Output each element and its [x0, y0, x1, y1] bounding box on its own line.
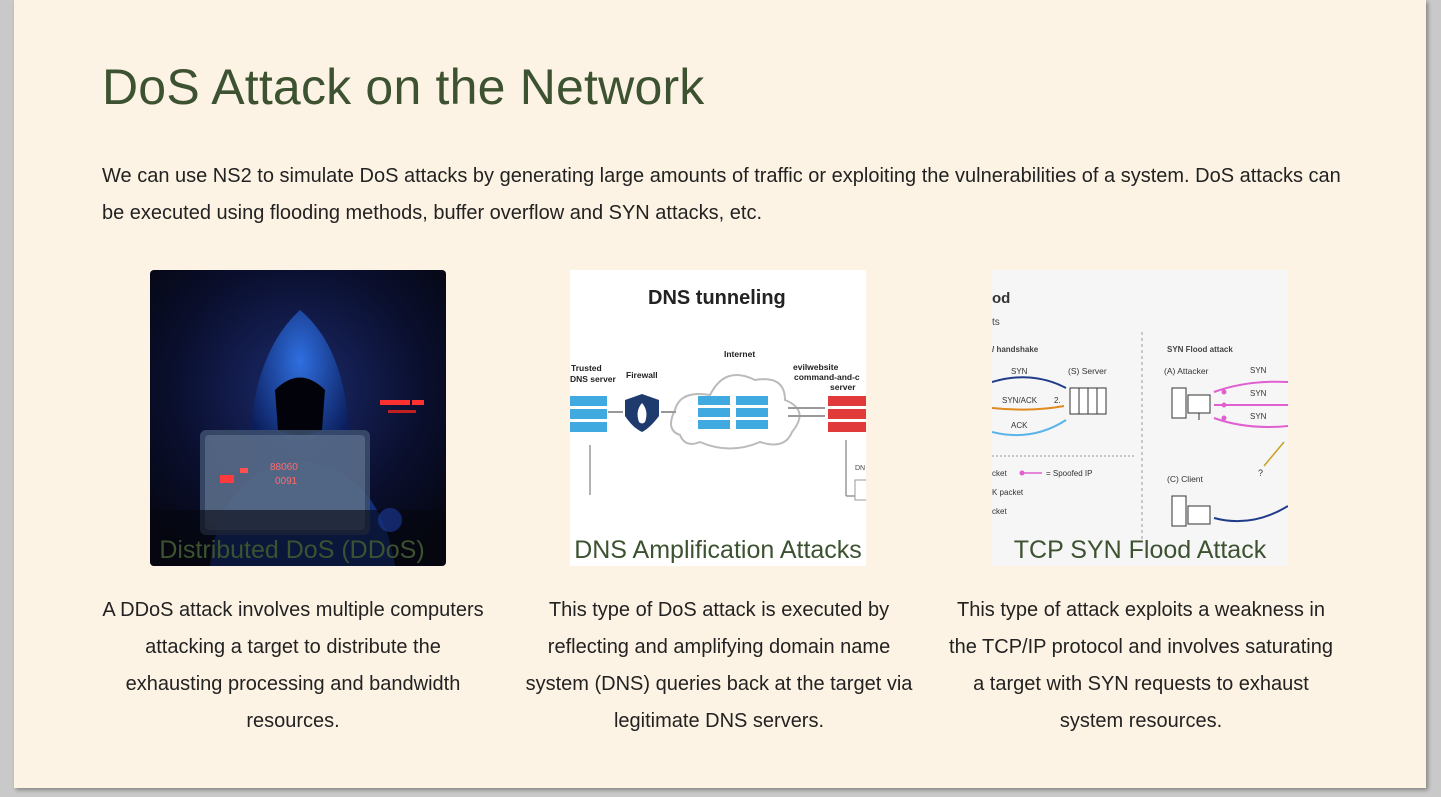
card-title-dns: DNS Amplification Attacks: [574, 536, 862, 564]
svg-text:2.: 2.: [1054, 396, 1061, 405]
server-rack-icon: [1069, 387, 1107, 415]
intro-paragraph: We can use NS2 to simulate DoS attacks b…: [102, 165, 1341, 224]
card-desc-ddos: A DDoS attack involves multiple computer…: [102, 599, 484, 732]
svg-text:0091: 0091: [275, 476, 298, 487]
syn-flood-diagram: od ts / handshake (S) Server SYN SYN/ACK…: [992, 270, 1288, 566]
svg-text:cket: cket: [992, 469, 1007, 478]
svg-text:K packet: K packet: [992, 488, 1024, 497]
evil-server-icon: [828, 396, 866, 432]
slide-title: DoS Attack on the Network: [102, 59, 705, 115]
ddos-hacker-image: 88060 0091: [150, 270, 446, 566]
svg-text:evilwebsite: evilwebsite: [793, 362, 839, 372]
svg-text:(C) Client: (C) Client: [1167, 474, 1204, 484]
card-title-ddos: Distributed DoS (DDoS): [159, 536, 425, 564]
svg-text:= Spoofed IP: = Spoofed IP: [1046, 469, 1092, 478]
svg-text:SYN/ACK: SYN/ACK: [1002, 396, 1038, 405]
svg-text:SYN: SYN: [1011, 367, 1028, 376]
svg-text:server: server: [830, 382, 856, 392]
svg-text:SYN: SYN: [1250, 412, 1267, 421]
dns-tunneling-diagram: DNS tunneling Trusted DNS server Firewal…: [570, 270, 866, 566]
svg-text:ts: ts: [992, 317, 1000, 328]
card-desc-syn: This type of attack exploits a weakness …: [949, 599, 1333, 732]
svg-text:88060: 88060: [270, 462, 298, 473]
svg-text:?: ?: [1258, 468, 1263, 478]
svg-text:(S) Server: (S) Server: [1068, 366, 1107, 376]
dns-diagram-heading: DNS tunneling: [648, 287, 786, 309]
svg-text:/ handshake: / handshake: [992, 345, 1039, 354]
svg-text:DNS server: DNS server: [570, 374, 617, 384]
slide: DoS Attack on the Network We can use NS2…: [14, 0, 1426, 788]
svg-text:SYN: SYN: [1250, 389, 1267, 398]
svg-text:Trusted: Trusted: [571, 363, 602, 373]
svg-text:Internet: Internet: [724, 349, 755, 359]
card-desc-dns: This type of DoS attack is executed by r…: [525, 599, 913, 732]
svg-text:SYN Flood attack: SYN Flood attack: [1167, 345, 1233, 354]
card-title-syn: TCP SYN Flood Attack: [1013, 536, 1267, 564]
svg-text:command-and-c: command-and-c: [794, 372, 860, 382]
trusted-dns-server-icon: [570, 396, 607, 432]
svg-text:od: od: [992, 290, 1010, 307]
svg-text:(A) Attacker: (A) Attacker: [1164, 366, 1209, 376]
svg-text:DN: DN: [855, 465, 865, 472]
svg-text:SYN: SYN: [1250, 366, 1267, 375]
svg-text:ACK: ACK: [1011, 421, 1028, 430]
svg-text:cket: cket: [992, 507, 1007, 516]
svg-text:Firewall: Firewall: [626, 370, 658, 380]
